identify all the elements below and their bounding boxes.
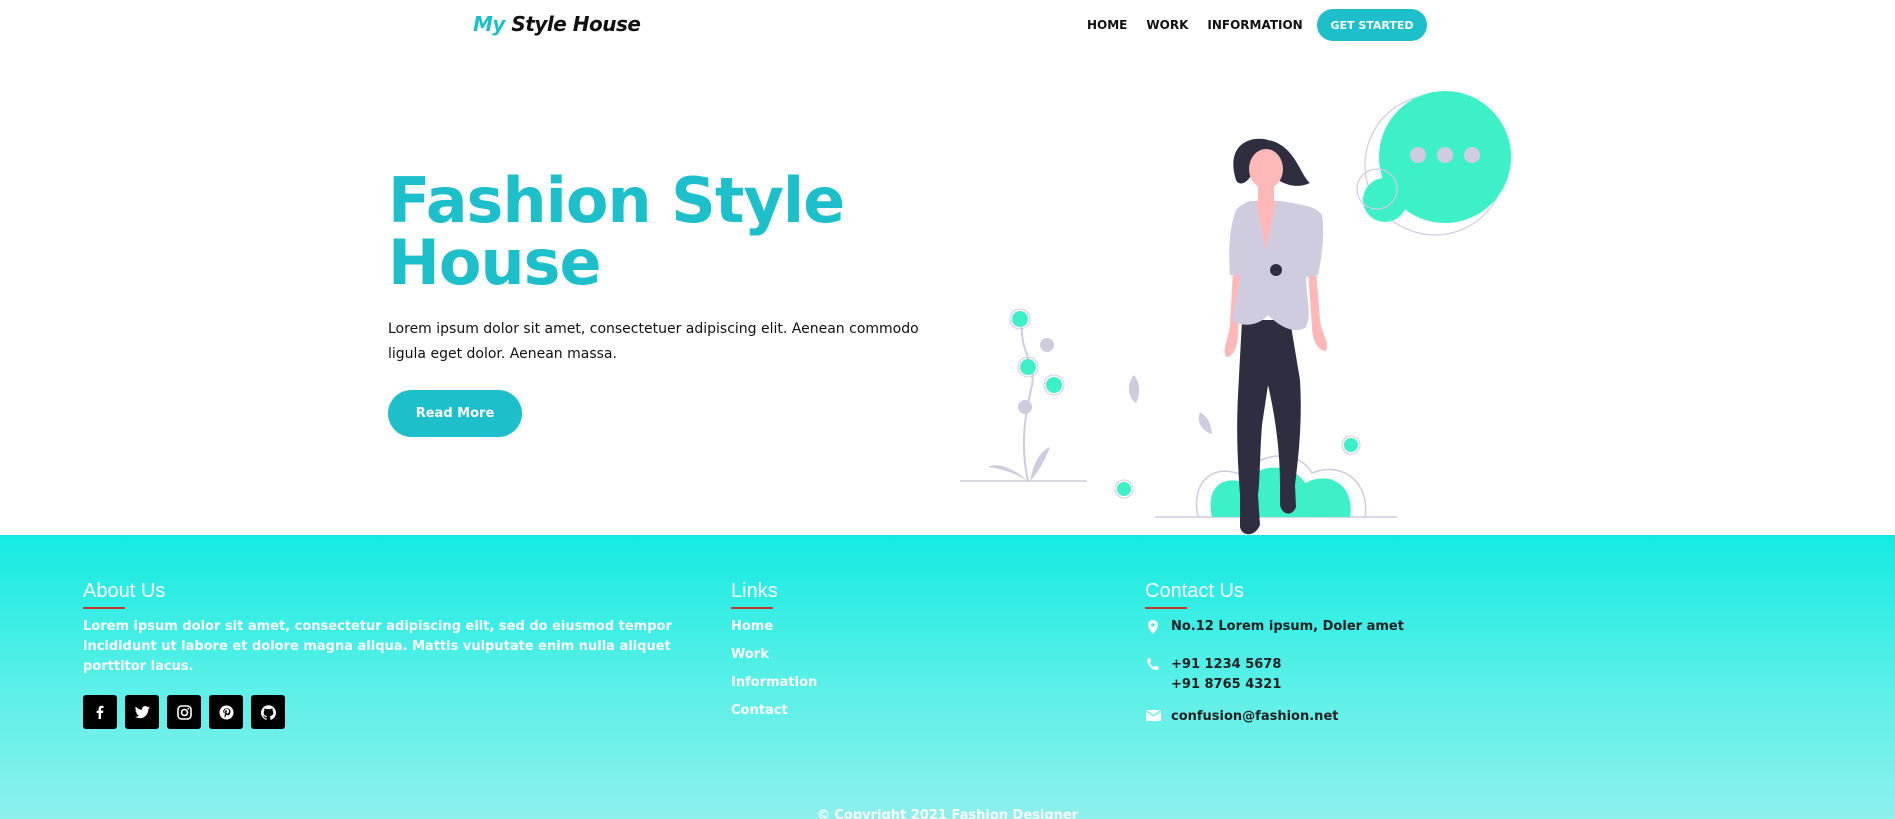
contact-title: Contact Us	[1145, 580, 1244, 602]
twitter-icon[interactable]	[125, 695, 159, 729]
links-section: Links Home Work Information Contact	[731, 580, 817, 729]
site-header: My Style House HOME WORK INFORMATION GET…	[0, 0, 1895, 50]
social-links	[83, 695, 703, 729]
footer-link-contact[interactable]: Contact	[731, 701, 817, 729]
location-pin-icon	[1145, 617, 1161, 634]
contact-address-row: No.12 Lorem ipsum, Doler amet	[1145, 617, 1404, 637]
get-started-button[interactable]: GET STARTED	[1317, 9, 1427, 41]
read-more-button[interactable]: Read More	[388, 390, 522, 437]
contact-underline	[1145, 607, 1187, 609]
about-text: Lorem ipsum dolor sit amet, consectetur …	[83, 619, 672, 674]
contact-phone-2: +91 8765 4321	[1171, 677, 1282, 692]
github-icon[interactable]	[251, 695, 285, 729]
contact-email[interactable]: confusion@fashion.net	[1171, 707, 1338, 727]
nav-home[interactable]: HOME	[1087, 18, 1127, 32]
footer-link-information[interactable]: Information	[731, 673, 817, 701]
contact-phone-1: +91 1234 5678	[1171, 657, 1282, 672]
main-nav: HOME WORK INFORMATION	[1087, 18, 1303, 32]
about-section: About Us Lorem ipsum dolor sit amet, con…	[83, 580, 703, 729]
contact-address: No.12 Lorem ipsum, Doler amet	[1171, 619, 1404, 634]
copyright-text: © Copyright 2021 Fashion Designer	[816, 808, 1079, 819]
nav-information[interactable]: INFORMATION	[1207, 18, 1302, 32]
contact-section: Contact Us No.12 Lorem ipsum, Doler amet…	[1145, 580, 1404, 727]
site-footer: About Us Lorem ipsum dolor sit amet, con…	[0, 535, 1895, 819]
links-underline	[731, 607, 773, 609]
footer-link-work[interactable]: Work	[731, 645, 817, 673]
logo-part-2: Style House	[511, 12, 641, 36]
footer-link-home[interactable]: Home	[731, 617, 817, 645]
instagram-icon[interactable]	[167, 695, 201, 729]
woman-illustration	[960, 91, 1511, 535]
facebook-icon[interactable]	[83, 695, 117, 729]
contact-email-row: confusion@fashion.net	[1145, 707, 1404, 727]
hero-title: Fashion Style House	[388, 164, 845, 299]
about-underline	[83, 607, 125, 609]
pinterest-icon[interactable]	[209, 695, 243, 729]
envelope-icon	[1145, 707, 1161, 721]
contact-phone-row: +91 1234 5678 +91 8765 4321	[1145, 655, 1404, 695]
site-logo[interactable]: My Style House	[473, 12, 641, 36]
logo-part-1: My	[473, 12, 505, 36]
links-title: Links	[731, 580, 778, 602]
hero-description: Lorem ipsum dolor sit amet, consectetuer…	[388, 321, 919, 362]
about-title: About Us	[83, 580, 166, 602]
phone-icon	[1145, 655, 1161, 670]
nav-work[interactable]: WORK	[1146, 18, 1188, 32]
footer-links: Home Work Information Contact	[731, 617, 817, 729]
